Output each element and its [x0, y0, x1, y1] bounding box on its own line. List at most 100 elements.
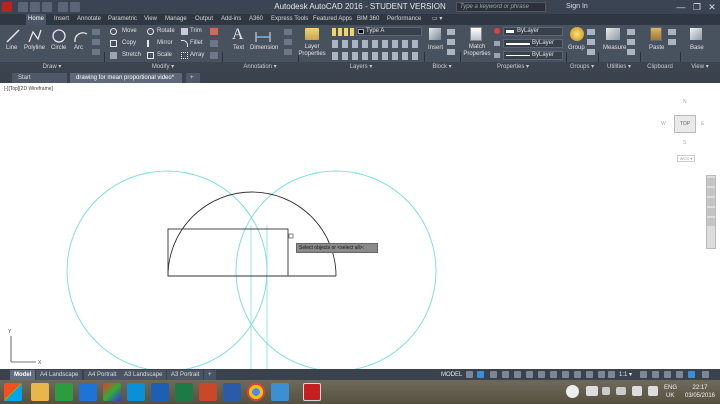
panel-properties[interactable]: Properties ▾: [460, 62, 566, 72]
network-app-icon[interactable]: [271, 383, 289, 401]
erase-icon[interactable]: [210, 28, 218, 35]
panel-annotation[interactable]: Annotation ▾: [222, 62, 298, 72]
tab-a3-landscape[interactable]: A3 Landscape: [120, 370, 167, 380]
hardware-acceleration-icon[interactable]: [676, 371, 683, 378]
base-view-icon[interactable]: [690, 28, 702, 40]
array-button[interactable]: Array: [190, 51, 204, 59]
measure-icon[interactable]: [606, 28, 620, 40]
minimize-button[interactable]: —: [674, 1, 688, 13]
viewcube-north[interactable]: N: [683, 99, 687, 105]
close-button[interactable]: ✕: [705, 1, 719, 13]
line-button[interactable]: Line: [6, 44, 17, 52]
osnap-tracking-icon[interactable]: [526, 371, 533, 378]
viewcube[interactable]: TOP: [674, 115, 696, 133]
viewcube-south[interactable]: S: [683, 140, 686, 146]
group-button[interactable]: Group: [568, 44, 585, 52]
scale-button[interactable]: Scale: [157, 51, 172, 59]
tray-chevron-icon[interactable]: [602, 387, 610, 395]
match-properties-icon[interactable]: [470, 27, 482, 41]
trim-button[interactable]: Trim: [190, 27, 202, 35]
autocad-taskbar-icon[interactable]: [303, 383, 321, 401]
dimension-button[interactable]: Dimension: [250, 44, 278, 52]
rotate-button[interactable]: Rotate: [157, 27, 175, 35]
explode-icon[interactable]: [210, 40, 218, 47]
tab-bim-360[interactable]: BIM 360: [355, 14, 381, 25]
tab-featured-apps[interactable]: Featured Apps: [311, 14, 354, 25]
chrome-icon[interactable]: [247, 383, 265, 401]
outlook-icon[interactable]: [151, 383, 169, 401]
clipboard-tools[interactable]: [668, 29, 676, 49]
annotation-scale[interactable]: 1:1 ▾: [619, 370, 632, 380]
input-region[interactable]: UK: [666, 393, 674, 400]
photos-icon[interactable]: [103, 383, 121, 401]
block-tools[interactable]: [447, 29, 455, 57]
search-input[interactable]: Type a keyword or phrase: [456, 2, 546, 12]
3d-osnap-icon[interactable]: [586, 371, 593, 378]
layer-properties-icon[interactable]: [305, 28, 319, 40]
osnap-icon[interactable]: [538, 371, 545, 378]
polyline-button[interactable]: Polyline: [24, 44, 45, 52]
tab-output[interactable]: Output: [193, 14, 215, 25]
tab-a4-portrait[interactable]: A4 Portrait: [84, 370, 121, 380]
layer-tools-row-2[interactable]: [332, 52, 422, 60]
new-layout-button[interactable]: +: [204, 370, 216, 380]
base-button[interactable]: Base: [690, 44, 704, 52]
tab-a3-portrait[interactable]: A3 Portrait: [167, 370, 204, 380]
cloud-icon[interactable]: [586, 386, 598, 396]
file-explorer-icon[interactable]: [31, 383, 49, 401]
tab-view[interactable]: View: [142, 14, 159, 25]
arc-button[interactable]: Arc: [74, 44, 83, 52]
showmotion-icon[interactable]: [707, 218, 715, 226]
auto-scale-icon[interactable]: [608, 371, 615, 378]
wcs-menu[interactable]: WCS ▾: [677, 155, 695, 162]
workspace-icon[interactable]: [640, 371, 647, 378]
word-icon[interactable]: [223, 383, 241, 401]
arc-icon[interactable]: [73, 28, 89, 44]
orbit-icon[interactable]: [707, 208, 715, 216]
match-properties-button[interactable]: Match Properties: [463, 44, 491, 58]
start-windows-icon[interactable]: [4, 383, 22, 401]
panel-layers[interactable]: Layers ▾: [298, 62, 424, 72]
gradient-icon[interactable]: [92, 49, 100, 55]
utility-tools[interactable]: [627, 29, 635, 57]
skype-icon[interactable]: [127, 383, 145, 401]
clock-date[interactable]: 03/05/2016: [682, 393, 718, 400]
grid-icon[interactable]: [466, 371, 473, 378]
table-icon[interactable]: [284, 39, 292, 45]
draw-more-icon[interactable]: [92, 29, 100, 35]
tab-drawing[interactable]: drawing for mean proportional video*: [70, 73, 182, 83]
drawing-geometry[interactable]: Y X: [0, 83, 720, 369]
lineweight-toggle-icon[interactable]: [550, 371, 557, 378]
hatch-icon[interactable]: [92, 39, 100, 45]
tab-manage[interactable]: Manage: [163, 14, 189, 25]
line-icon[interactable]: [5, 28, 21, 44]
offset-icon[interactable]: [210, 52, 218, 59]
group-tools[interactable]: [587, 29, 595, 57]
help-icon[interactable]: [566, 385, 579, 398]
dimension-icon[interactable]: [254, 28, 272, 44]
clean-screen-icon[interactable]: [688, 371, 695, 378]
panel-utilities[interactable]: Utilities ▾: [598, 62, 640, 72]
viewcube-west[interactable]: W: [661, 121, 666, 127]
transparency-icon[interactable]: [562, 371, 569, 378]
battery-icon[interactable]: [616, 387, 626, 395]
panel-view[interactable]: View ▾: [680, 62, 720, 72]
panel-block[interactable]: Block ▾: [424, 62, 460, 72]
tab-home[interactable]: Home: [26, 14, 47, 25]
measure-button[interactable]: Measure: [603, 44, 626, 52]
tab-add-ins[interactable]: Add-ins: [219, 14, 243, 25]
text-button[interactable]: Text: [233, 44, 244, 52]
insert-block-icon[interactable]: [429, 28, 441, 40]
paste-icon[interactable]: [650, 27, 662, 41]
tab-annotate[interactable]: Annotate: [75, 14, 103, 25]
new-tab-button[interactable]: +: [186, 73, 200, 83]
clock-time[interactable]: 22:17: [685, 385, 715, 392]
customization-icon[interactable]: [702, 371, 709, 378]
annotation-monitor-icon[interactable]: [652, 371, 659, 378]
excel-icon[interactable]: [175, 383, 193, 401]
isodraft-icon[interactable]: [514, 371, 521, 378]
tab-a360[interactable]: A360: [247, 14, 265, 25]
panel-modify[interactable]: Modify ▾: [104, 62, 222, 72]
leader-icon[interactable]: [284, 29, 292, 35]
circle-button[interactable]: Circle: [51, 44, 66, 52]
